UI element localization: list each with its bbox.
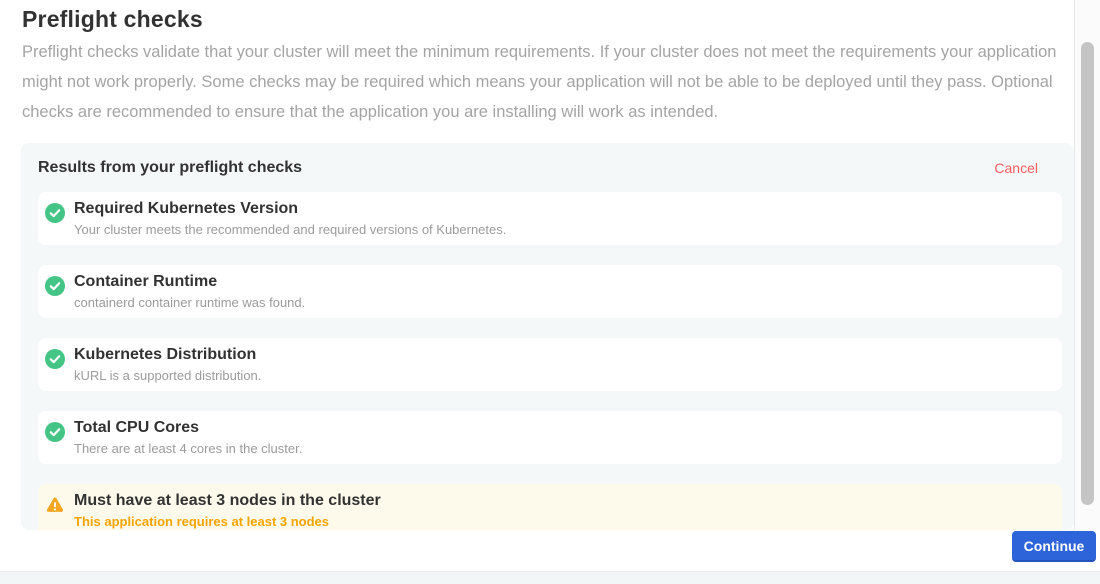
bottom-strip xyxy=(0,571,1100,584)
success-icon xyxy=(45,349,65,369)
check-title: Must have at least 3 nodes in the cluste… xyxy=(74,492,381,510)
check-title: Container Runtime xyxy=(74,273,305,291)
panel-header: Results from your preflight checks Cance… xyxy=(38,159,1062,177)
check-message: Your cluster meets the recommended and r… xyxy=(74,223,506,237)
results-heading: Results from your preflight checks xyxy=(38,159,302,177)
check-message: There are at least 4 cores in the cluste… xyxy=(74,442,302,456)
footer-bar: Continue xyxy=(0,530,1100,584)
success-icon xyxy=(45,422,65,442)
page-title: Preflight checks xyxy=(22,6,203,33)
check-message: kURL is a supported distribution. xyxy=(74,369,261,383)
preflight-checks-page: Preflight checks Preflight checks valida… xyxy=(0,0,1100,584)
check-card: Must have at least 3 nodes in the cluste… xyxy=(38,484,1062,530)
page-description: Preflight checks validate that your clus… xyxy=(22,37,1062,127)
cancel-link[interactable]: Cancel xyxy=(994,160,1038,176)
check-card: Container Runtime containerd container r… xyxy=(38,265,1062,318)
preflight-results-panel: Results from your preflight checks Cance… xyxy=(21,143,1074,530)
check-title: Kubernetes Distribution xyxy=(74,346,261,364)
check-message: containerd container runtime was found. xyxy=(74,296,305,310)
check-card: Required Kubernetes Version Your cluster… xyxy=(38,192,1062,245)
scrollbar-thumb[interactable] xyxy=(1081,42,1094,505)
success-icon xyxy=(45,276,65,296)
warning-icon xyxy=(45,495,65,515)
continue-button[interactable]: Continue xyxy=(1012,531,1096,562)
check-title: Required Kubernetes Version xyxy=(74,200,506,218)
check-title: Total CPU Cores xyxy=(74,419,302,437)
check-card: Total CPU Cores There are at least 4 cor… xyxy=(38,411,1062,464)
check-card: Kubernetes Distribution kURL is a suppor… xyxy=(38,338,1062,391)
check-message: This application requires at least 3 nod… xyxy=(74,515,381,529)
success-icon xyxy=(45,203,65,223)
checks-list: Required Kubernetes Version Your cluster… xyxy=(38,192,1062,530)
